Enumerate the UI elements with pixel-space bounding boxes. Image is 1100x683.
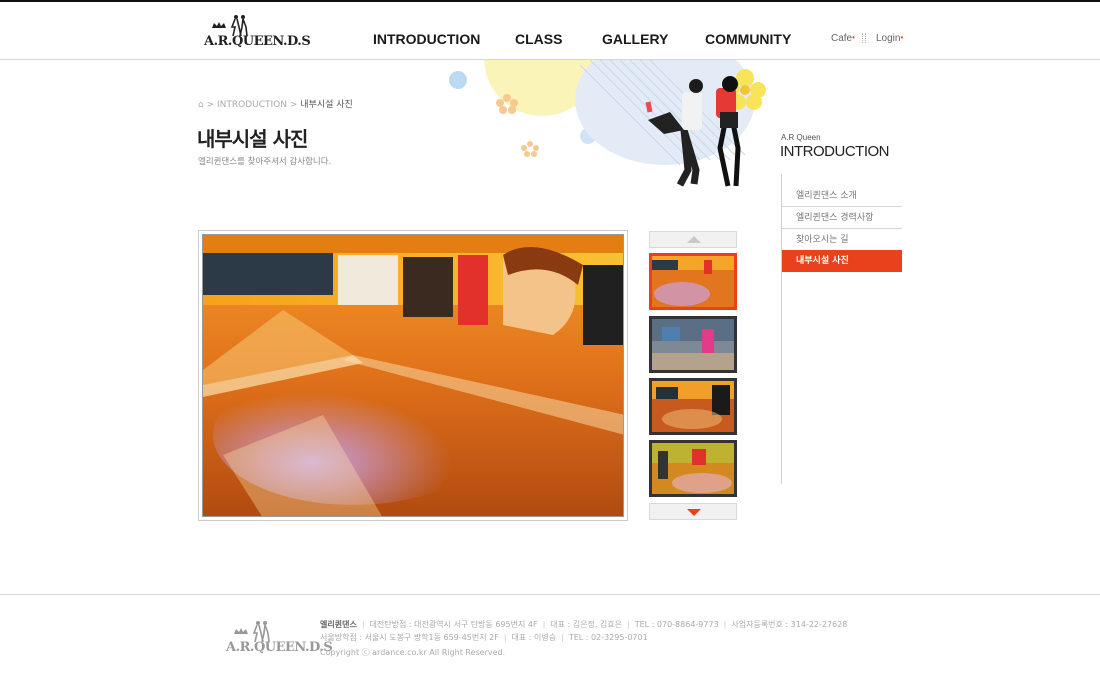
nav-community[interactable]: COMMUNITY bbox=[705, 31, 791, 47]
thumb-up-button[interactable] bbox=[649, 231, 737, 248]
footer-company: 엘리퀸댄스 bbox=[320, 620, 357, 629]
home-icon[interactable]: ⌂ bbox=[198, 100, 204, 110]
footer-ceo: 대표 : 김은정, 김효은 bbox=[550, 620, 623, 629]
footer-tel: TEL : 02-3295-0701 bbox=[568, 633, 648, 642]
breadcrumb: ⌂ > INTRODUCTION > 내부시설 사진 bbox=[198, 97, 353, 110]
footer-tel: TEL : 070-8864-9773 bbox=[634, 620, 719, 629]
dot-icon: • bbox=[900, 33, 904, 42]
logo-text: A.R.QUEEN.D.S bbox=[204, 34, 311, 49]
nav-introduction[interactable]: INTRODUCTION bbox=[373, 31, 480, 47]
thumbnail-image bbox=[652, 443, 734, 494]
main-photo bbox=[198, 230, 628, 521]
site-logo[interactable]: A.R.QUEEN.D.S bbox=[204, 14, 311, 52]
thumbnail-3[interactable] bbox=[649, 378, 737, 435]
login-link[interactable]: Login• bbox=[876, 33, 903, 44]
footer-divider bbox=[0, 594, 1100, 595]
dancers-illustration bbox=[449, 60, 766, 187]
thumbnail-2[interactable] bbox=[649, 316, 737, 373]
sidebar-item-facility-photos[interactable]: 내부시설 사진 bbox=[782, 250, 902, 272]
page-subtitle: 엘리퀸댄스를 찾아주셔서 감사합니다. bbox=[198, 157, 332, 167]
arrow-up-icon bbox=[687, 236, 701, 243]
arrow-down-icon bbox=[687, 509, 701, 516]
sidebar-item-about[interactable]: 엘리퀸댄스 소개 bbox=[782, 185, 902, 207]
footer-info-line-2: 서울방학점 : 서울시 도봉구 방학1동 659-45번지 2F | 대표 : 이병… bbox=[320, 633, 648, 642]
sidebar-label-small: A.R Queen bbox=[781, 133, 821, 142]
thumbnail-image bbox=[652, 256, 734, 307]
footer-logo-text: A.R.QUEEN.D.S bbox=[226, 640, 333, 655]
footer-info-line-1: 엘리퀸댄스 | 대전탄방점 : 대전광역시 서구 탄방동 695번지 4F | 대표 :… bbox=[320, 620, 848, 629]
login-link-label: Login bbox=[876, 33, 901, 44]
footer-address: 서울방학점 : 서울시 도봉구 방학1동 659-45번지 2F bbox=[320, 633, 499, 642]
breadcrumb-separator: > bbox=[289, 100, 301, 110]
sidebar-item-directions[interactable]: 찾아오시는 길 bbox=[782, 229, 902, 251]
thumbnail-1[interactable] bbox=[649, 253, 737, 310]
thumbnail-4[interactable] bbox=[649, 440, 737, 497]
footer-copyright: Copyright ⓒ ardance.co.kr All Right Rese… bbox=[320, 648, 506, 657]
dancers-logo-icon bbox=[234, 621, 270, 642]
dancers-logo-icon bbox=[212, 15, 248, 36]
footer-address: 대전탄방점 : 대전광역시 서구 탄방동 695번지 4F bbox=[369, 620, 538, 629]
breadcrumb-section[interactable]: INTRODUCTION bbox=[217, 100, 287, 110]
nav-gallery[interactable]: GALLERY bbox=[602, 31, 668, 47]
thumbnail-image bbox=[652, 319, 734, 370]
footer-ceo: 대표 : 이병승 bbox=[511, 633, 557, 642]
sidebar-title: INTRODUCTION bbox=[780, 143, 890, 160]
breadcrumb-current: 내부시설 사진 bbox=[300, 100, 353, 110]
thumb-down-button[interactable] bbox=[649, 503, 737, 520]
cafe-link[interactable]: Cafe• bbox=[831, 33, 855, 44]
cafe-link-label: Cafe bbox=[831, 33, 853, 44]
breadcrumb-separator: > bbox=[206, 100, 217, 110]
page-title: 내부시설 사진 bbox=[197, 127, 308, 151]
studio-photo bbox=[203, 235, 623, 516]
util-separator bbox=[862, 33, 866, 43]
dot-icon: • bbox=[852, 33, 855, 42]
sidebar-item-career[interactable]: 엘리퀸댄스 경력사항 bbox=[782, 207, 902, 229]
thumbnail-image bbox=[652, 381, 734, 432]
footer-biz-number: 사업자등록번호 : 314-22-27628 bbox=[731, 620, 848, 629]
nav-class[interactable]: CLASS bbox=[515, 31, 562, 47]
hero-illustration bbox=[440, 60, 780, 200]
site-header: A.R.QUEEN.D.S INTRODUCTION CLASS GALLERY… bbox=[0, 2, 1100, 60]
footer-logo: A.R.QUEEN.D.S bbox=[226, 620, 333, 658]
